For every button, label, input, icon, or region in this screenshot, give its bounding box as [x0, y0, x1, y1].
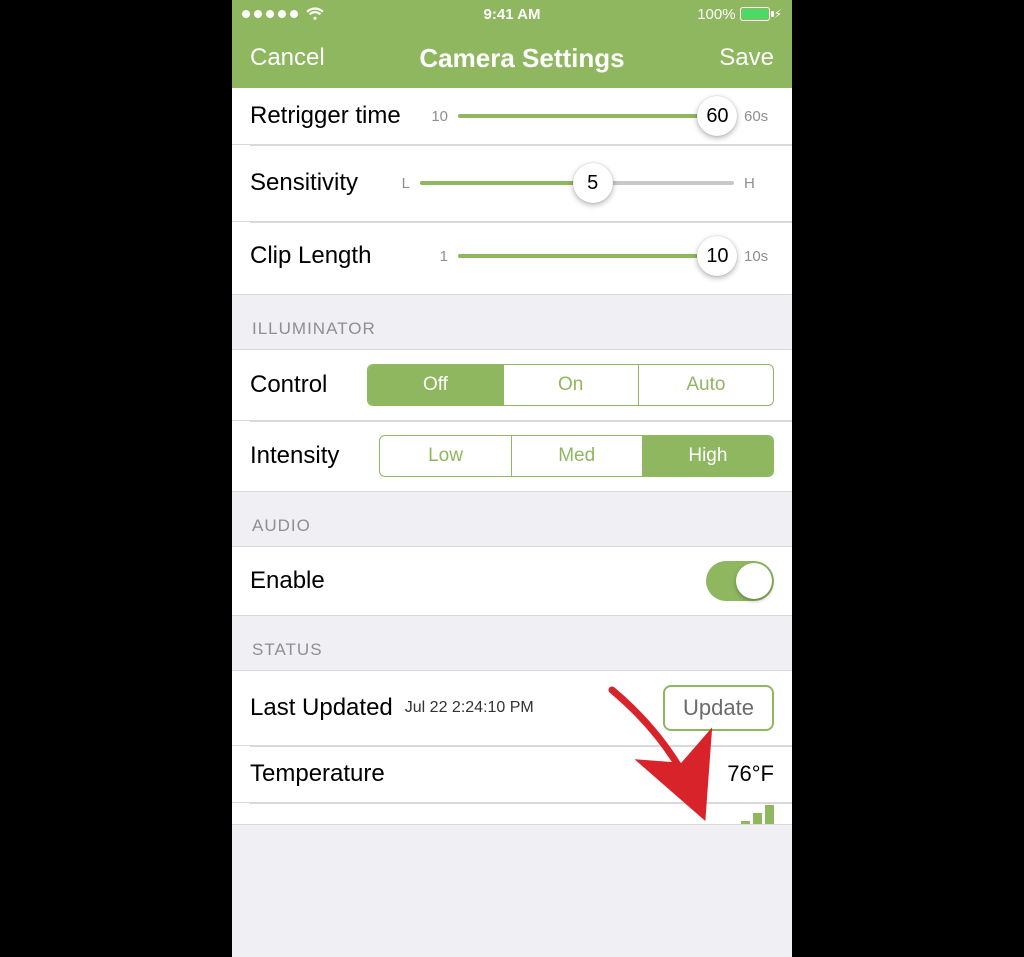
clip-length-slider[interactable]: 10 [458, 254, 734, 258]
settings-list[interactable]: Retrigger time 10 60 60s Sensitivity L [232, 88, 792, 825]
intensity-segmented[interactable]: Low Med High [379, 435, 774, 477]
sensitivity-row: Sensitivity L 5 H [232, 145, 792, 222]
cancel-button[interactable]: Cancel [250, 44, 325, 72]
sensitivity-min: L [380, 175, 410, 192]
last-updated-label: Last Updated [250, 694, 393, 722]
sensitivity-label: Sensitivity [250, 169, 380, 197]
signal-bars-icon [741, 805, 774, 826]
page-title: Camera Settings [419, 43, 624, 74]
audio-enable-row: Enable [232, 546, 792, 616]
control-label: Control [250, 371, 327, 399]
control-option-off[interactable]: Off [368, 365, 502, 405]
clip-length-row: Clip Length 1 10 10s [232, 222, 792, 295]
nav-bar: Cancel Camera Settings Save [232, 28, 792, 88]
clip-min: 1 [418, 248, 448, 265]
clip-max: 10s [744, 248, 774, 265]
audio-enable-switch[interactable] [706, 561, 774, 601]
temperature-label: Temperature [250, 760, 385, 788]
section-status: STATUS [232, 616, 792, 670]
control-option-on[interactable]: On [503, 365, 638, 405]
partial-row-label [250, 803, 257, 825]
sensitivity-slider[interactable]: 5 [420, 181, 734, 185]
temperature-row: Temperature 76°F [232, 746, 792, 803]
sensitivity-max: H [744, 175, 774, 192]
intensity-option-high[interactable]: High [642, 436, 773, 476]
intensity-row: Intensity Low Med High [232, 421, 792, 492]
battery-icon [740, 7, 770, 21]
clip-length-label: Clip Length [250, 242, 418, 270]
control-row: Control Off On Auto [232, 349, 792, 421]
sensitivity-slider-thumb[interactable]: 5 [573, 163, 613, 203]
intensity-option-low[interactable]: Low [380, 436, 510, 476]
cell-signal-icon [242, 10, 298, 18]
wifi-icon [306, 7, 324, 21]
retrigger-slider-thumb[interactable]: 60 [697, 96, 737, 136]
status-bar: 9:41 AM 100% ⚡︎ [232, 0, 792, 28]
charging-icon: ⚡︎ [774, 7, 782, 21]
partial-row [232, 803, 792, 825]
temperature-value: 76°F [727, 761, 774, 787]
retrigger-row: Retrigger time 10 60 60s [232, 88, 792, 145]
last-updated-value: Jul 22 2:24:10 PM [405, 699, 534, 717]
retrigger-min: 10 [418, 108, 448, 125]
control-segmented[interactable]: Off On Auto [367, 364, 774, 406]
intensity-label: Intensity [250, 442, 339, 470]
audio-enable-label: Enable [250, 567, 325, 595]
update-button[interactable]: Update [663, 685, 774, 731]
section-audio: AUDIO [232, 492, 792, 546]
clip-slider-thumb[interactable]: 10 [697, 236, 737, 276]
last-updated-row: Last Updated Jul 22 2:24:10 PM Update [232, 670, 792, 746]
retrigger-label: Retrigger time [250, 102, 418, 130]
save-button[interactable]: Save [719, 44, 774, 72]
section-illuminator: ILLUMINATOR [232, 295, 792, 349]
control-option-auto[interactable]: Auto [638, 365, 773, 405]
retrigger-slider[interactable]: 60 [458, 114, 734, 118]
intensity-option-med[interactable]: Med [511, 436, 642, 476]
battery-percent: 100% [697, 6, 735, 23]
retrigger-max: 60s [744, 108, 774, 125]
phone-screen: 9:41 AM 100% ⚡︎ Cancel Camera Settings S… [232, 0, 792, 957]
